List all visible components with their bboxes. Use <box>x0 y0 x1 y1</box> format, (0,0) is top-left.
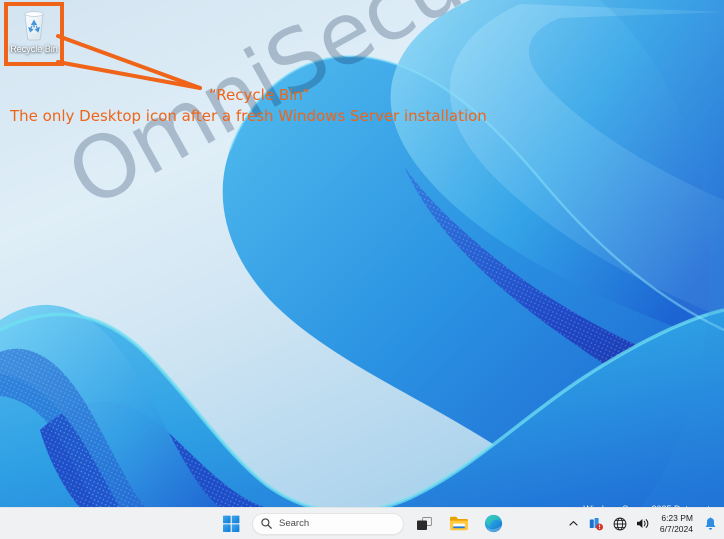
tray-network-adapter-warning[interactable] <box>587 512 607 536</box>
windows-logo-icon <box>222 515 239 532</box>
recycle-bin-icon <box>17 8 51 42</box>
taskbar-button-task-view[interactable] <box>412 511 438 537</box>
wallpaper-bloom-artwork <box>0 0 724 508</box>
taskbar-button-microsoft-edge[interactable] <box>480 511 506 537</box>
search-input[interactable]: Search <box>252 512 404 535</box>
taskbar: Search 6:23 PM 6/7/2024 <box>0 507 724 539</box>
tray-notifications-button[interactable] <box>700 512 720 536</box>
taskbar-button-file-explorer[interactable] <box>446 511 472 537</box>
search-placeholder: Search <box>279 518 310 529</box>
desktop-screen: OmniSecu.com Windows Server 2025 Datacen… <box>0 0 724 539</box>
bell-icon <box>705 516 715 530</box>
globe-icon <box>613 517 627 530</box>
start-button[interactable] <box>218 511 244 537</box>
tray-clock[interactable]: 6:23 PM 6/7/2024 <box>656 511 697 537</box>
desktop-icon-recycle-bin[interactable]: Recycle Bin <box>9 6 59 55</box>
desktop-icon-label: Recycle Bin <box>10 44 58 54</box>
clock-date: 6/7/2024 <box>659 523 693 534</box>
search-icon <box>261 518 272 529</box>
tray-network-button[interactable] <box>610 512 630 536</box>
chevron-up-icon <box>569 521 578 526</box>
tray-hidden-icons-button[interactable] <box>564 512 584 536</box>
task-view-icon <box>417 516 432 530</box>
clock-time: 6:23 PM <box>661 512 693 523</box>
system-tray: 6:23 PM 6/7/2024 <box>564 508 720 539</box>
tray-volume-button[interactable] <box>633 512 653 536</box>
edge-icon <box>484 514 502 533</box>
desktop-wallpaper <box>0 0 724 508</box>
speaker-icon <box>636 519 649 528</box>
folder-icon <box>450 516 468 531</box>
network-warning-icon <box>590 517 604 530</box>
